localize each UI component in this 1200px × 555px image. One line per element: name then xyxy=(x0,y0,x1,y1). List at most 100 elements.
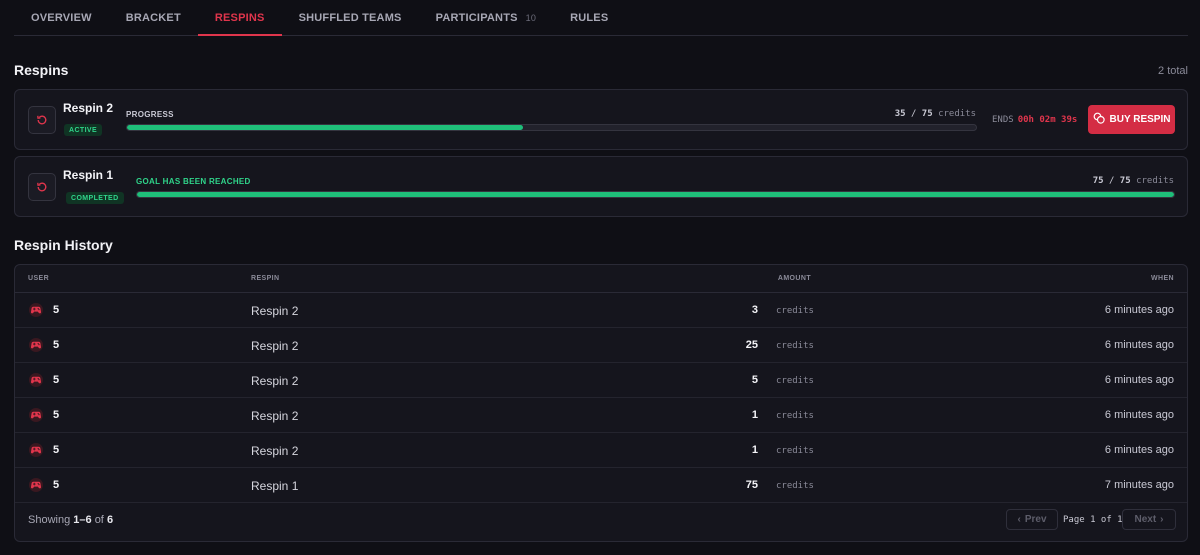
when-value: 6 minutes ago xyxy=(1104,304,1174,316)
tab-shuffled-teams[interactable]: SHUFFLED TEAMS xyxy=(282,0,419,35)
prev-label: Prev xyxy=(1024,514,1047,525)
user-name: 5 xyxy=(53,409,60,421)
respin-name: Respin 1 xyxy=(63,168,114,182)
when-value: 6 minutes ago xyxy=(1104,444,1174,456)
progress-amount: 35 / 75 credits xyxy=(894,109,976,119)
goal-credits: 75 xyxy=(921,109,933,119)
table-row: 5 Respin 2 5 credits 6 minutes ago xyxy=(15,363,1187,398)
credits-unit: credits xyxy=(1136,176,1174,186)
refresh-icon xyxy=(28,173,56,201)
respins-title: Respins xyxy=(14,62,69,78)
chevron-left-icon: ‹ xyxy=(1017,514,1021,525)
col-respin: RESPIN xyxy=(251,275,280,282)
tab-rules[interactable]: RULES xyxy=(553,0,625,35)
respin-name: Respin 2 xyxy=(251,444,299,458)
table-row: 5 Respin 2 25 credits 6 minutes ago xyxy=(15,328,1187,363)
amount-value: 3 xyxy=(751,304,758,316)
table-row: 5 Respin 1 75 credits 7 minutes ago xyxy=(15,468,1187,503)
respin-name: Respin 1 xyxy=(251,479,299,493)
user-name: 5 xyxy=(53,444,60,456)
tab-respins[interactable]: RESPINS xyxy=(197,0,282,36)
amount-value: 1 xyxy=(751,409,758,421)
showing-count: Showing 1–6 of 6 xyxy=(28,514,113,526)
respins-total: 2 total xyxy=(1158,65,1188,77)
progress-bar xyxy=(136,191,1175,198)
progress-fill xyxy=(127,125,524,130)
amount-value: 5 xyxy=(751,374,758,386)
prev-button[interactable]: ‹ Prev xyxy=(1006,509,1058,530)
tab-participants[interactable]: PARTICIPANTS 10 xyxy=(419,0,553,35)
amount-value: 25 xyxy=(745,339,758,351)
respin-name: Respin 2 xyxy=(251,304,299,318)
col-amount: AMOUNT xyxy=(777,275,811,282)
ends-time: 00h 02m 39s xyxy=(1017,115,1078,125)
respin-card-2: Respin 2 ACTIVE PROGRESS 35 / 75 credits… xyxy=(14,89,1188,150)
next-label: Next xyxy=(1134,514,1157,525)
when-value: 7 minutes ago xyxy=(1104,479,1174,491)
refresh-icon xyxy=(28,106,56,134)
amount-value: 75 xyxy=(745,479,758,491)
progress-bar xyxy=(126,124,977,131)
status-badge: ACTIVE xyxy=(64,124,103,136)
progress-label: PROGRESS xyxy=(126,110,174,119)
gamepad-icon xyxy=(28,408,44,422)
col-when: WHEN xyxy=(1151,275,1174,282)
tab-label: OVERVIEW xyxy=(31,11,92,24)
buy-respin-label: BUY RESPIN xyxy=(1109,114,1171,125)
amount-unit: credits xyxy=(776,411,814,421)
user-name: 5 xyxy=(53,374,60,386)
progress-amount: 75 / 75 credits xyxy=(1092,176,1174,186)
participants-count: 10 xyxy=(525,12,537,23)
table-row: 5 Respin 2 3 credits 6 minutes ago xyxy=(15,293,1187,328)
status-badge: COMPLETED xyxy=(66,192,124,204)
current-credits: 35 xyxy=(894,109,906,119)
user-name: 5 xyxy=(53,479,60,491)
tab-label: PARTICIPANTS xyxy=(435,11,518,24)
user-name: 5 xyxy=(53,304,60,316)
respin-name: Respin 2 xyxy=(251,409,299,423)
history-title: Respin History xyxy=(14,237,113,253)
table-row: 5 Respin 2 1 credits 6 minutes ago xyxy=(15,398,1187,433)
tab-bar: OVERVIEW BRACKET RESPINS SHUFFLED TEAMS … xyxy=(14,0,1188,36)
user-name: 5 xyxy=(53,339,60,351)
amount-unit: credits xyxy=(776,306,814,316)
history-table: USER RESPIN AMOUNT WHEN 5 Respin 2 3 credit… xyxy=(14,264,1188,542)
ends-timer: ENDS 00h 02m 39s xyxy=(992,115,1077,125)
gamepad-icon xyxy=(28,373,44,387)
tab-label: RULES xyxy=(570,11,609,24)
progress-fill xyxy=(137,192,1174,197)
gamepad-icon xyxy=(28,478,44,492)
showing-of: of xyxy=(94,514,104,526)
tab-label: SHUFFLED TEAMS xyxy=(298,11,402,24)
showing-total: 6 xyxy=(106,514,114,526)
tab-label: BRACKET xyxy=(125,11,181,24)
current-credits: 75 xyxy=(1092,176,1104,186)
col-user: USER xyxy=(28,275,50,282)
buy-respin-button[interactable]: BUY RESPIN xyxy=(1088,105,1175,134)
when-value: 6 minutes ago xyxy=(1104,374,1174,386)
tab-label: RESPINS xyxy=(214,11,265,24)
respin-name: Respin 2 xyxy=(251,374,299,388)
table-footer: Showing 1–6 of 6 ‹ Prev Page 1 of 1 Next… xyxy=(15,503,1187,540)
amount-unit: credits xyxy=(776,341,814,351)
respin-name: Respin 2 xyxy=(251,339,299,353)
amount-unit: credits xyxy=(776,376,814,386)
when-value: 6 minutes ago xyxy=(1104,409,1174,421)
respin-name: Respin 2 xyxy=(63,101,114,115)
coins-icon xyxy=(1093,112,1105,127)
gamepad-icon xyxy=(28,338,44,352)
showing-range: 1–6 xyxy=(73,514,92,526)
table-header: USER RESPIN AMOUNT WHEN xyxy=(15,265,1187,293)
respin-card-1: Respin 1 COMPLETED GOAL HAS BEEN REACHED… xyxy=(14,156,1188,217)
showing-prefix: Showing xyxy=(28,514,71,526)
gamepad-icon xyxy=(28,303,44,317)
goal-reached-label: GOAL HAS BEEN REACHED xyxy=(136,177,251,186)
tab-overview[interactable]: OVERVIEW xyxy=(14,0,109,35)
next-button[interactable]: Next › xyxy=(1122,509,1176,530)
tab-bracket[interactable]: BRACKET xyxy=(109,0,198,35)
page-info: Page 1 of 1 xyxy=(1063,515,1123,525)
when-value: 6 minutes ago xyxy=(1104,339,1174,351)
amount-unit: credits xyxy=(776,446,814,456)
chevron-right-icon: › xyxy=(1160,514,1164,525)
amount-unit: credits xyxy=(776,481,814,491)
